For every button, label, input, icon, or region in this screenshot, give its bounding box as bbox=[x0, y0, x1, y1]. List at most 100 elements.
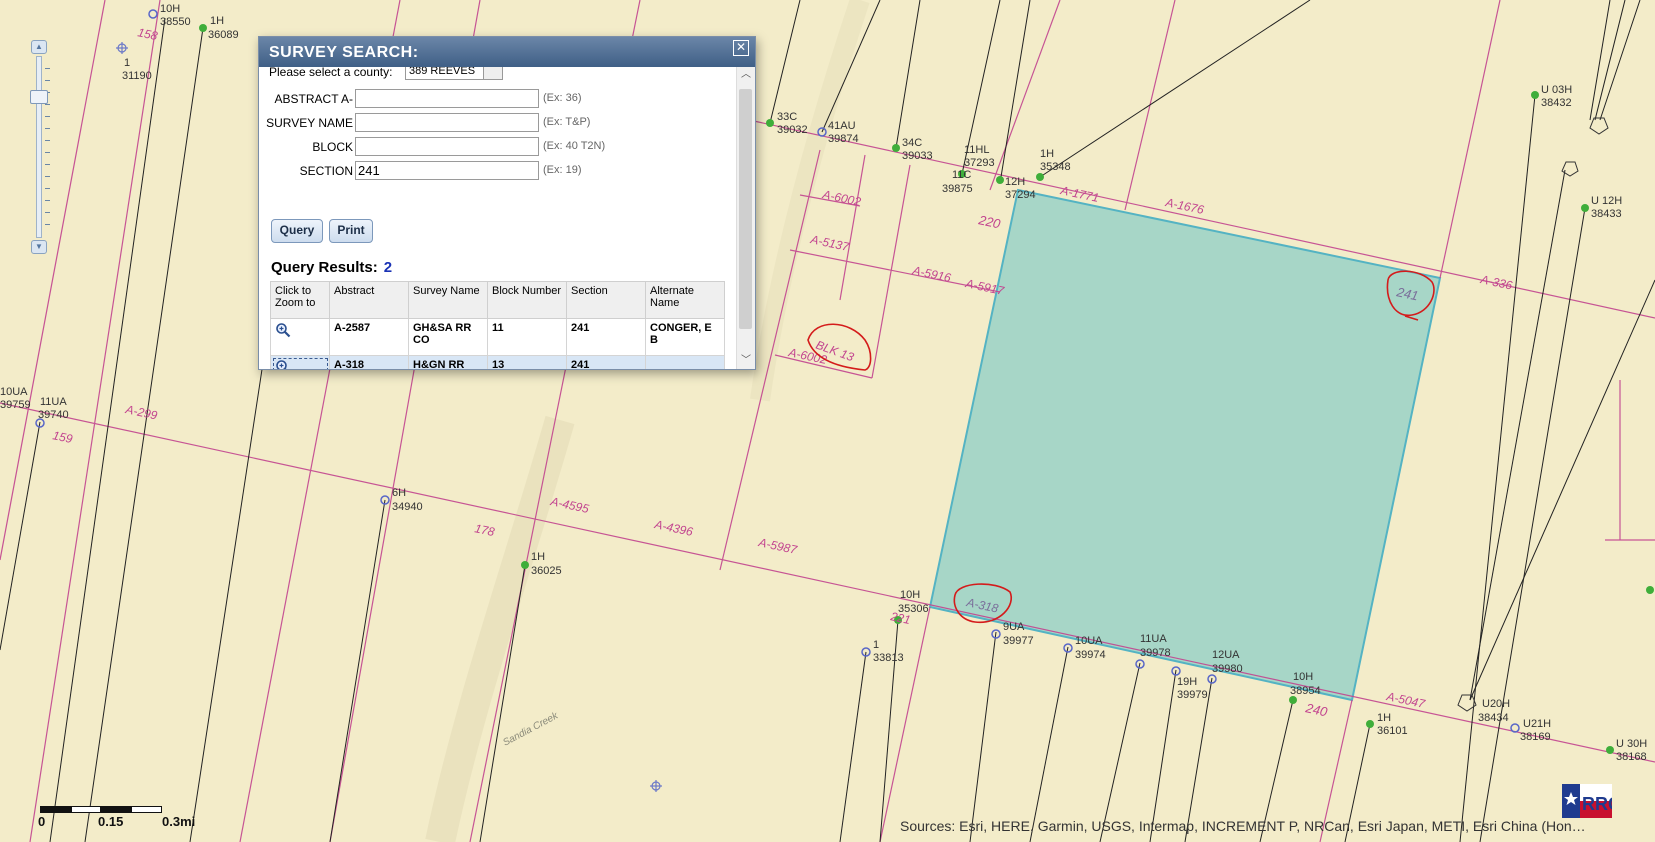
svg-text:10H: 10H bbox=[900, 589, 920, 601]
svg-text:41AU: 41AU bbox=[828, 120, 856, 132]
svg-text:10H: 10H bbox=[160, 3, 180, 15]
scroll-down-icon[interactable]: ﹀ bbox=[737, 353, 755, 369]
svg-text:33C: 33C bbox=[777, 111, 797, 123]
col-survey-name[interactable]: Survey Name bbox=[408, 281, 488, 319]
abstract-input[interactable] bbox=[355, 89, 539, 108]
svg-text:39979: 39979 bbox=[1177, 689, 1208, 701]
query-button[interactable]: Query bbox=[271, 219, 323, 243]
zoom-magnifier-icon[interactable] bbox=[275, 359, 291, 369]
svg-text:39740: 39740 bbox=[38, 409, 69, 421]
block-label: BLOCK bbox=[312, 140, 353, 154]
print-button[interactable]: Print bbox=[329, 219, 373, 243]
map-canvas[interactable]: 10H 38550 1H 36089 1 31190 33C 39032 41A… bbox=[0, 0, 1655, 842]
svg-text:33813: 33813 bbox=[873, 652, 904, 664]
section-label: SECTION bbox=[299, 164, 353, 178]
block-cell: 11 bbox=[487, 318, 567, 356]
close-icon[interactable]: ✕ bbox=[733, 40, 749, 56]
svg-text:10H: 10H bbox=[1293, 671, 1313, 683]
query-results-heading: Query Results: 2 bbox=[271, 259, 393, 276]
alternate-name-cell: CONGER, E B bbox=[645, 318, 725, 356]
abstract-label: ABSTRACT A- bbox=[274, 92, 353, 106]
svg-text:39974: 39974 bbox=[1075, 649, 1106, 661]
svg-text:37293: 37293 bbox=[964, 157, 995, 169]
svg-text:11UA: 11UA bbox=[1140, 633, 1167, 645]
block-input[interactable] bbox=[355, 137, 539, 156]
svg-text:U21H: U21H bbox=[1523, 718, 1551, 730]
svg-text:38434: 38434 bbox=[1478, 712, 1509, 724]
survey-cell: H&GN RR CO bbox=[408, 355, 488, 369]
table-row[interactable]: A-2587 GH&SA RR CO 11 241 CONGER, E B bbox=[270, 318, 725, 356]
zoom-in-button[interactable]: ▲ bbox=[31, 40, 47, 54]
svg-text:38169: 38169 bbox=[1520, 731, 1551, 743]
svg-text:U 30H: U 30H bbox=[1616, 738, 1647, 750]
svg-text:37294: 37294 bbox=[1005, 189, 1036, 201]
svg-text:1: 1 bbox=[124, 57, 130, 69]
county-select[interactable]: 389 REEVES bbox=[405, 67, 503, 80]
scale-bar: 0 0.15 0.3mi bbox=[38, 802, 195, 832]
zoom-out-button[interactable]: ▼ bbox=[31, 240, 47, 254]
svg-text:38168: 38168 bbox=[1616, 751, 1647, 763]
scale-label-end: 0.3mi bbox=[162, 814, 196, 829]
scroll-thumb[interactable] bbox=[739, 89, 752, 329]
table-row[interactable]: A-318 H&GN RR CO 13 241 bbox=[270, 355, 725, 369]
svg-text:39977: 39977 bbox=[1003, 635, 1034, 647]
svg-text:11UA: 11UA bbox=[40, 396, 67, 408]
section-cell: 241 bbox=[566, 318, 646, 356]
svg-text:1: 1 bbox=[873, 639, 879, 651]
zoom-thumb[interactable] bbox=[30, 90, 48, 104]
survey-name-hint: (Ex: T&P) bbox=[543, 116, 591, 128]
svg-text:39032: 39032 bbox=[777, 124, 808, 136]
zoom-to-cell[interactable] bbox=[270, 355, 330, 369]
results-count: 2 bbox=[383, 259, 393, 276]
survey-name-label: SURVEY NAME bbox=[266, 116, 353, 130]
dropdown-arrow-icon[interactable] bbox=[483, 67, 502, 79]
svg-text:39759: 39759 bbox=[0, 399, 31, 411]
attribution-text[interactable]: Sources: Esri, HERE, Garmin, USGS, Inter… bbox=[900, 818, 1586, 834]
svg-text:U20H: U20H bbox=[1482, 698, 1510, 710]
svg-text:1H: 1H bbox=[1377, 712, 1391, 724]
col-abstract[interactable]: Abstract bbox=[329, 281, 409, 319]
svg-text:39033: 39033 bbox=[902, 150, 933, 162]
block-hint: (Ex: 40 T2N) bbox=[543, 140, 606, 152]
scale-label-mid: 0.15 bbox=[98, 814, 124, 829]
county-label: Please select a county: bbox=[269, 67, 393, 79]
svg-text:38432: 38432 bbox=[1541, 97, 1572, 109]
svg-text:36089: 36089 bbox=[208, 29, 239, 41]
dialog-body: Please select a county: 389 REEVES ABSTR… bbox=[259, 67, 735, 369]
zoom-track[interactable] bbox=[36, 56, 42, 238]
svg-text:39978: 39978 bbox=[1140, 647, 1171, 659]
svg-text:39980: 39980 bbox=[1212, 663, 1243, 675]
dialog-scrollbar[interactable]: ︿ ﹀ bbox=[736, 67, 755, 369]
svg-text:19H: 19H bbox=[1177, 676, 1197, 688]
col-alternate-name[interactable]: Alternate Name bbox=[645, 281, 725, 319]
col-zoom[interactable]: Click to Zoom to bbox=[270, 281, 330, 319]
survey-name-input[interactable] bbox=[355, 113, 539, 132]
dialog-title: SURVEY SEARCH: bbox=[259, 37, 755, 67]
scale-label-0: 0 bbox=[38, 814, 46, 829]
abstract-cell: A-318 bbox=[329, 355, 409, 369]
svg-text:38433: 38433 bbox=[1591, 208, 1622, 220]
svg-text:10UA: 10UA bbox=[0, 386, 28, 398]
survey-cell: GH&SA RR CO bbox=[408, 318, 488, 356]
svg-text:1H: 1H bbox=[531, 551, 545, 563]
col-section[interactable]: Section bbox=[566, 281, 646, 319]
svg-text:1H: 1H bbox=[1040, 148, 1054, 160]
zoom-slider[interactable]: ▲ ▼ bbox=[28, 38, 50, 254]
block-cell: 13 bbox=[487, 355, 567, 369]
svg-text:10UA: 10UA bbox=[1075, 635, 1103, 647]
section-input[interactable]: 241 bbox=[355, 161, 539, 180]
scroll-up-icon[interactable]: ︿ bbox=[737, 67, 755, 83]
zoom-to-cell[interactable] bbox=[270, 318, 330, 356]
zoom-magnifier-icon[interactable] bbox=[275, 322, 291, 338]
svg-text:11C: 11C bbox=[952, 169, 971, 181]
svg-text:12UA: 12UA bbox=[1212, 649, 1240, 661]
col-block-number[interactable]: Block Number bbox=[487, 281, 567, 319]
svg-text:12H: 12H bbox=[1005, 176, 1025, 188]
rrc-logo: RRC bbox=[1562, 784, 1612, 818]
svg-text:1H: 1H bbox=[210, 15, 224, 27]
section-cell: 241 bbox=[566, 355, 646, 369]
svg-text:35348: 35348 bbox=[1040, 161, 1071, 173]
svg-text:36025: 36025 bbox=[531, 565, 562, 577]
svg-text:RRC: RRC bbox=[1582, 794, 1612, 814]
svg-text:34C: 34C bbox=[902, 137, 922, 149]
